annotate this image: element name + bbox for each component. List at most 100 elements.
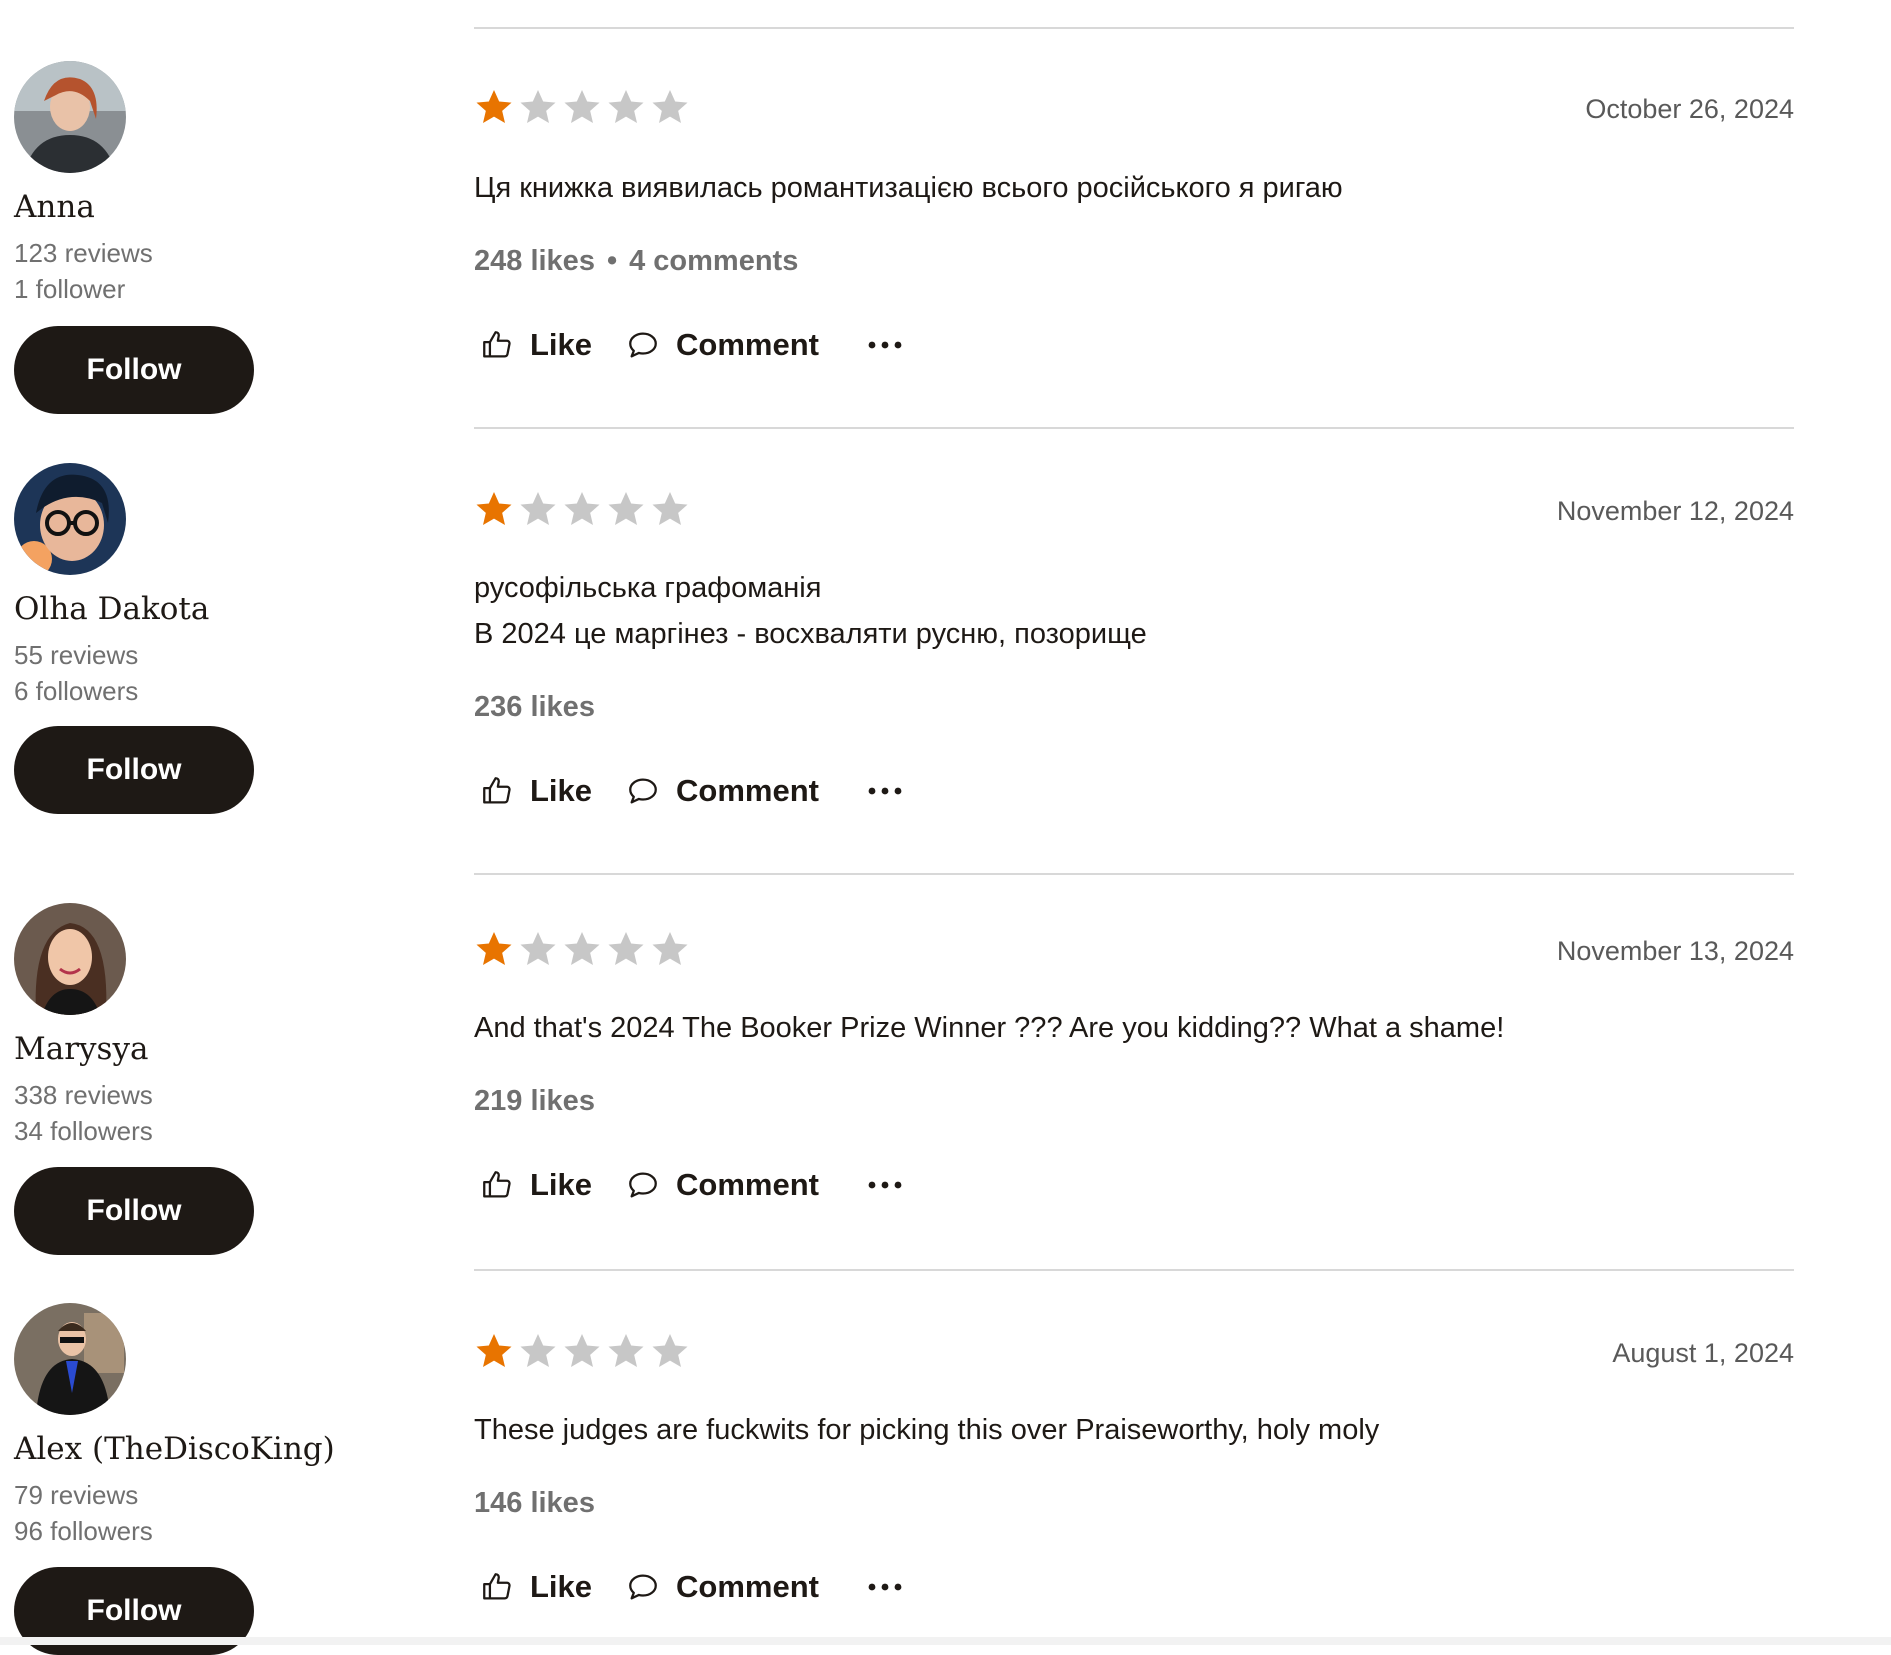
comment-button[interactable]: Comment <box>626 1569 819 1605</box>
star-icon <box>476 90 512 123</box>
separator-dot: • <box>606 245 618 277</box>
like-label: Like <box>530 1167 593 1202</box>
speech-bubble-icon <box>629 1574 657 1600</box>
reviewer-name[interactable]: Marysya <box>14 1031 148 1067</box>
star-icon <box>652 1334 688 1367</box>
like-button[interactable]: Like <box>480 1569 592 1605</box>
review-text: Ця книжка виявилась романтизацією всього… <box>474 165 1343 211</box>
like-label: Like <box>530 773 593 808</box>
like-button[interactable]: Like <box>480 327 592 363</box>
review-text-line: русофільська графоманія <box>474 572 822 604</box>
comment-label: Comment <box>676 327 819 362</box>
thumbs-up-icon <box>483 1171 511 1198</box>
thumbs-up-icon <box>483 331 511 358</box>
reviewer-follower-count[interactable]: 1 follower <box>14 274 125 305</box>
rating-stars <box>474 87 690 127</box>
reviewer-name[interactable]: Alex (TheDiscoKing) <box>14 1431 335 1467</box>
like-button[interactable]: Like <box>480 1167 592 1203</box>
review-divider <box>474 873 1794 875</box>
comments-count[interactable]: 4 comments <box>629 245 798 277</box>
rating-stars <box>474 489 690 529</box>
reviewer-review-count[interactable]: 55 reviews <box>14 640 138 671</box>
review-text-line: And that's 2024 The Booker Prize Winner … <box>474 1012 1505 1044</box>
review-stats: 248 likes • 4 comments <box>474 245 798 278</box>
star-icon <box>564 90 600 123</box>
star-icon <box>564 932 600 965</box>
reviewer-review-count[interactable]: 338 reviews <box>14 1080 153 1111</box>
reviewer-review-count[interactable]: 123 reviews <box>14 238 153 269</box>
comment-button[interactable]: Comment <box>626 327 819 363</box>
ellipsis-icon <box>868 787 902 795</box>
ellipsis-icon <box>868 1181 902 1189</box>
more-options-button[interactable] <box>867 1179 903 1191</box>
follow-button[interactable]: Follow <box>14 1167 254 1255</box>
star-icon <box>652 932 688 965</box>
review-stats: 146 likes <box>474 1487 595 1520</box>
review-text: And that's 2024 The Booker Prize Winner … <box>474 1005 1504 1051</box>
reviewer-follower-count[interactable]: 96 followers <box>14 1516 153 1547</box>
likes-count[interactable]: 248 likes <box>474 245 595 277</box>
comment-button[interactable]: Comment <box>626 773 819 809</box>
reviewer-name[interactable]: Olha Dakota <box>14 591 209 627</box>
review-stats: 219 likes <box>474 1085 595 1118</box>
more-options-button[interactable] <box>867 339 903 351</box>
review-text-line: В 2024 це маргінез - восхваляти русню, п… <box>474 618 1147 650</box>
review-date[interactable]: October 26, 2024 <box>1585 94 1794 125</box>
review-actions: Like Comment <box>480 773 903 809</box>
likes-count[interactable]: 146 likes <box>474 1487 595 1519</box>
review-actions: Like Comment <box>480 1167 903 1203</box>
review-divider <box>474 427 1794 429</box>
thumbs-up-icon <box>483 777 511 804</box>
star-icon <box>520 1334 556 1367</box>
comment-label: Comment <box>676 1569 819 1604</box>
reviewer-avatar[interactable] <box>14 1303 126 1415</box>
star-icon <box>476 492 512 525</box>
ellipsis-icon <box>868 1583 902 1591</box>
like-label: Like <box>530 327 593 362</box>
likes-count[interactable]: 219 likes <box>474 1085 595 1117</box>
star-icon <box>564 1334 600 1367</box>
reviewer-follower-count[interactable]: 6 followers <box>14 676 138 707</box>
review-stats: 236 likes <box>474 691 595 724</box>
reviewer-avatar[interactable] <box>14 61 126 173</box>
speech-bubble-icon <box>629 778 657 804</box>
follow-button[interactable]: Follow <box>14 326 254 414</box>
comment-label: Comment <box>676 1167 819 1202</box>
review-divider <box>474 27 1794 29</box>
speech-bubble-icon <box>629 1172 657 1198</box>
rating-stars <box>474 929 690 969</box>
star-icon <box>520 90 556 123</box>
review-date[interactable]: August 1, 2024 <box>1612 1338 1794 1369</box>
review-date[interactable]: November 13, 2024 <box>1557 936 1794 967</box>
star-icon <box>608 932 644 965</box>
comment-label: Comment <box>676 773 819 808</box>
star-icon <box>652 90 688 123</box>
follow-button[interactable]: Follow <box>14 726 254 814</box>
review-divider <box>474 1269 1794 1271</box>
reviewer-name[interactable]: Anna <box>14 189 95 225</box>
more-options-button[interactable] <box>867 785 903 797</box>
star-icon <box>608 90 644 123</box>
star-icon <box>608 492 644 525</box>
likes-count[interactable]: 236 likes <box>474 691 595 723</box>
star-icon <box>476 1334 512 1367</box>
rating-stars <box>474 1331 690 1371</box>
reviewer-review-count[interactable]: 79 reviews <box>14 1480 138 1511</box>
star-icon <box>520 492 556 525</box>
reviewer-avatar[interactable] <box>14 903 126 1015</box>
review-text: русофільська графоманія В 2024 це маргін… <box>474 565 1147 657</box>
review-text-line: Ця книжка виявилась романтизацією всього… <box>474 172 1343 204</box>
star-icon <box>476 932 512 965</box>
more-options-button[interactable] <box>867 1581 903 1593</box>
ellipsis-icon <box>868 341 902 349</box>
star-icon <box>564 492 600 525</box>
thumbs-up-icon <box>483 1573 511 1600</box>
like-button[interactable]: Like <box>480 773 592 809</box>
reviewer-avatar[interactable] <box>14 463 126 575</box>
star-icon <box>652 492 688 525</box>
comment-button[interactable]: Comment <box>626 1167 819 1203</box>
review-date[interactable]: November 12, 2024 <box>1557 496 1794 527</box>
review-text-line: These judges are fuckwits for picking th… <box>474 1414 1380 1446</box>
reviewer-follower-count[interactable]: 34 followers <box>14 1116 153 1147</box>
star-icon <box>520 932 556 965</box>
